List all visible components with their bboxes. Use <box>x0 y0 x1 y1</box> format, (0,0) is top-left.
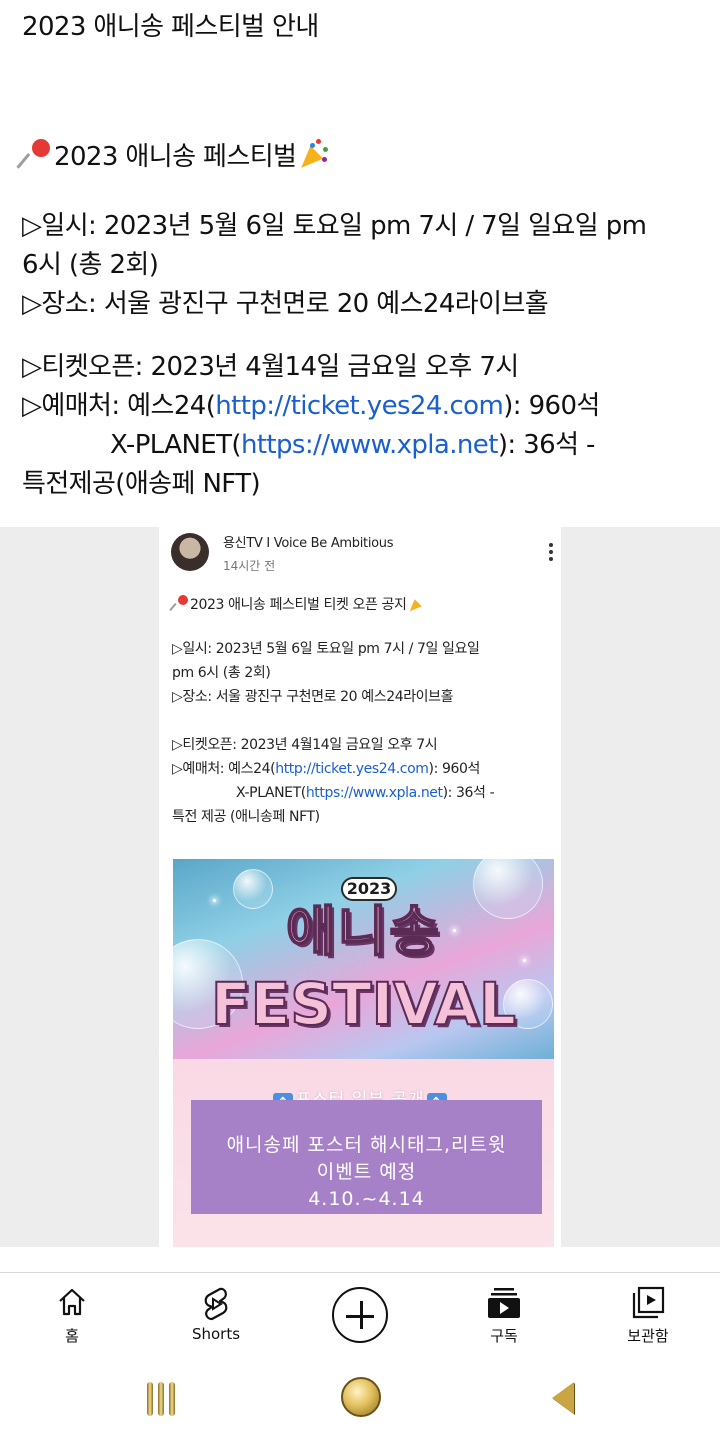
embed-heading: 2023 애니송 페스티벌 티켓 오픈 공지 <box>169 593 552 617</box>
post-sales-prefix: ▷예매처: 예스24( <box>22 391 216 421</box>
nav-home[interactable]: 홈 <box>12 1273 132 1361</box>
embed-sales-prefix: ▷예매처: 예스24( <box>172 761 276 777</box>
embed-heading-text: 2023 애니송 페스티벌 티켓 오픈 공지 <box>190 597 407 613</box>
post-heading: 2023 애니송 페스티벌 <box>16 137 702 177</box>
nav-subscriptions-label: 구독 <box>490 1327 518 1345</box>
notice-line: 이벤트 예정 <box>316 1161 417 1183</box>
embed-channel-name: 용신TV I Voice Be Ambitious <box>223 536 394 551</box>
post-date-line: ▷일시: 2023년 5월 6일 토요일 pm 7시 / 7일 일요일 pm <box>22 211 647 241</box>
system-back-button[interactable] <box>552 1382 574 1414</box>
post-sales-line: ▷예매처: 예스24(http://ticket.yes24.com): 960… <box>22 387 702 426</box>
post-benefit: 특전제공(애송페 NFT) <box>22 469 261 499</box>
post-heading-text: 2023 애니송 페스티벌 <box>54 142 297 172</box>
embed-xpla-link: https://www.xpla.net <box>305 785 443 801</box>
post-sales2-prefix: X-PLANET( <box>110 430 242 460</box>
post-venue: ▷장소: 서울 광진구 구천면로 20 예스24라이브홀 <box>22 289 549 319</box>
nav-shorts[interactable]: Shorts <box>156 1273 276 1361</box>
nav-shorts-label: Shorts <box>191 1325 241 1343</box>
pushpin-icon <box>16 137 54 171</box>
embed-sales2-prefix: X-PLANET( <box>236 785 306 801</box>
recent-apps-button[interactable] <box>147 1382 175 1416</box>
shorts-icon <box>204 1287 228 1321</box>
system-home-button[interactable] <box>341 1377 381 1417</box>
post-sales2-suffix: ): 36석 - <box>497 430 596 460</box>
library-icon <box>632 1286 665 1319</box>
more-options-icon <box>545 543 557 563</box>
create-button[interactable] <box>332 1287 388 1343</box>
embed-body: 2023 애니송 페스티벌 티켓 오픈 공지 ▷일시: 2023년 5월 6일 … <box>169 593 552 829</box>
post-date-line-cont: 6시 (총 2회) <box>22 250 159 280</box>
embed-sales2-suffix: ): 36석 - <box>442 785 495 801</box>
poster-title-korean: 애니송 <box>285 900 442 964</box>
home-icon <box>59 1288 85 1316</box>
embed-timestamp: 14시간 전 <box>223 559 276 573</box>
festival-poster: 2023 애니송 FESTIVAL <box>173 859 554 1059</box>
party-popper-icon <box>295 137 330 175</box>
nav-subscriptions[interactable]: 구독 <box>444 1273 564 1361</box>
xpla-link[interactable]: https://www.xpla.net <box>241 430 498 460</box>
post-title: 2023 애니송 페스티벌 안내 <box>22 12 319 42</box>
nav-library-label: 보관함 <box>627 1327 669 1345</box>
avatar <box>171 533 209 571</box>
post-body: 2023 애니송 페스티벌 안내 2023 애니송 페스티벌 ▷일시: 2023… <box>16 8 702 504</box>
embed-sales-suffix: ): 960석 <box>428 761 481 777</box>
yes24-link[interactable]: http://ticket.yes24.com <box>215 391 504 421</box>
party-popper-icon <box>405 594 425 615</box>
notice-box: 애니송페 포스터 해시태그,리트윗 이벤트 예정 4.10.~4.14 <box>191 1100 542 1214</box>
embed-yes24-link: http://ticket.yes24.com <box>275 761 429 777</box>
post-sales-line-2: X-PLANET(https://www.xpla.net): 36석 - <box>22 426 702 465</box>
pushpin-icon <box>169 594 190 612</box>
poster-year: 2023 <box>341 877 397 901</box>
embedded-screenshot[interactable]: 용신TV I Voice Be Ambitious 14시간 전 2023 애니… <box>159 527 561 1247</box>
subscriptions-icon <box>488 1288 520 1318</box>
embed-ticket-open: ▷티켓오픈: 2023년 4월14일 금요일 오후 7시 <box>172 737 438 753</box>
embed-venue: ▷장소: 서울 광진구 구천면로 20 예스24라이브홀 <box>172 689 454 705</box>
nav-home-label: 홈 <box>65 1327 79 1345</box>
notice-dates: 4.10.~4.14 <box>308 1188 425 1210</box>
embed-date-line: ▷일시: 2023년 5월 6일 토요일 pm 7시 / 7일 일요일 <box>172 641 480 657</box>
poster-title-english: FESTIVAL <box>210 970 517 1038</box>
system-navigation-bar <box>0 1360 720 1440</box>
embed-benefit: 특전 제공 (애니송페 NFT) <box>172 809 320 825</box>
notice-line: 애니송페 포스터 해시태그,리트윗 <box>226 1134 507 1156</box>
embed-sales-line: ▷예매처: 예스24(http://ticket.yes24.com): 960… <box>172 757 552 781</box>
nav-library[interactable]: 보관함 <box>588 1273 708 1361</box>
post-sales-suffix: ): 960석 <box>503 391 600 421</box>
embed-sales-line-2: X-PLANET(https://www.xpla.net): 36석 - <box>172 781 552 805</box>
embed-date-line-cont: pm 6시 (총 2회) <box>172 665 271 681</box>
post-ticket-open: ▷티켓오픈: 2023년 4월14일 금요일 오후 7시 <box>22 352 519 382</box>
